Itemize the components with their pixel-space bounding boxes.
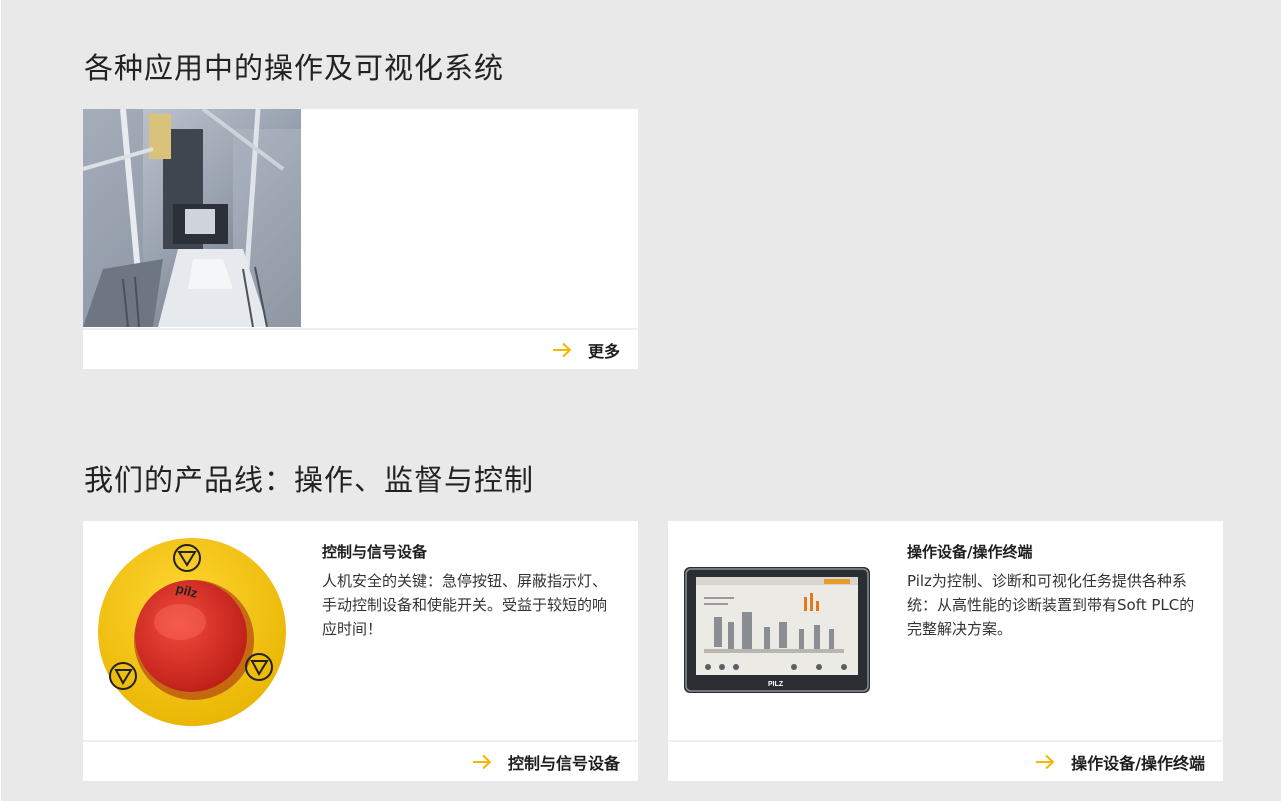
product-card-control-signal[interactable]: pilz 控制与信号设备 人机安全的关键：急停按钮、屏蔽指示灯、手动控制设备和使… xyxy=(83,521,638,781)
product-title: 控制与信号设备 xyxy=(322,543,428,561)
product-description: Pilz为控制、诊断和可视化任务提供各种系统：从高性能的诊断装置到带有Soft … xyxy=(907,572,1195,638)
card-footer: 控制与信号设备 xyxy=(83,740,638,781)
product-description: 人机安全的关键：急停按钮、屏蔽指示灯、手动控制设备和使能开关。受益于较短的响应时… xyxy=(322,572,608,638)
section-title-applications: 各种应用中的操作及可视化系统 xyxy=(84,51,505,85)
product-link-label: 操作设备/操作终端 xyxy=(1071,753,1205,773)
arrow-right-icon xyxy=(552,342,572,357)
product-card-operator-terminal[interactable]: PILZ 操作设备/操作终端 Pilz为控制、诊断和可视化任务提供各种系统：从高… xyxy=(668,521,1223,781)
product-link-operator-terminal[interactable]: 操作设备/操作终端 xyxy=(1035,750,1205,774)
section-title-product-lines: 我们的产品线：操作、监督与控制 xyxy=(84,463,535,497)
card-footer: 操作设备/操作终端 xyxy=(668,740,1223,781)
card-footer: 更多 xyxy=(83,328,638,369)
product-link-control-signal[interactable]: 控制与信号设备 xyxy=(472,750,620,774)
panel-brand-text: PILZ xyxy=(768,681,784,688)
product-title: 操作设备/操作终端 xyxy=(907,543,1033,561)
application-card[interactable]: 更多 xyxy=(83,109,638,369)
product-link-label: 控制与信号设备 xyxy=(507,753,620,773)
machine-photo xyxy=(83,109,301,327)
more-link[interactable]: 更多 xyxy=(552,338,620,362)
estop-button-image: pilz xyxy=(96,536,288,728)
hmi-panel-image: PILZ xyxy=(684,567,870,693)
more-label: 更多 xyxy=(587,341,620,361)
arrow-right-icon xyxy=(1036,754,1055,769)
arrow-right-icon xyxy=(472,754,492,769)
page-edge xyxy=(0,0,1,801)
